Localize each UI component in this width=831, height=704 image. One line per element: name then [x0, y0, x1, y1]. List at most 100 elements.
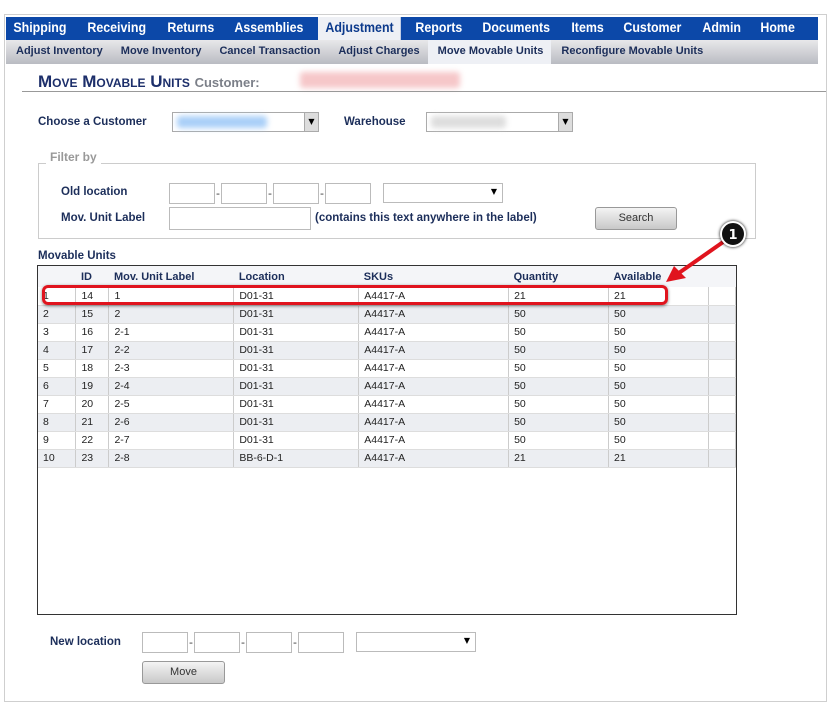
page-title: Move Movable Units Customer: [38, 72, 260, 92]
new-location-part-4[interactable] [298, 632, 344, 653]
table-cell: 50 [508, 359, 610, 378]
old-location-label: Old location [61, 186, 128, 198]
table-cell: D01-31 [233, 359, 360, 378]
table-row[interactable]: 4 17 2-2 D01-31 A4417-A 50 50 [38, 341, 737, 360]
subnav-reconfigure-movable-units[interactable]: Reconfigure Movable Units [551, 40, 711, 64]
table-cell-empty [708, 413, 737, 432]
table-cell: 21 [75, 413, 110, 432]
column-header[interactable] [38, 266, 76, 287]
subnav-move-movable-units[interactable]: Move Movable Units [427, 40, 552, 64]
new-location-select[interactable]: ▼ [356, 632, 476, 652]
table-row[interactable]: 8 21 2-6 D01-31 A4417-A 50 50 [38, 413, 737, 432]
table-cell: 50 [608, 377, 709, 396]
table-row[interactable]: 5 18 2-3 D01-31 A4417-A 50 50 [38, 359, 737, 378]
customer-select[interactable]: ▼ [172, 112, 319, 132]
table-cell: 5 [38, 359, 77, 378]
table-cell-empty [708, 449, 737, 468]
customer-name-redacted [300, 72, 460, 88]
chevron-down-icon: ▼ [304, 113, 318, 131]
table-cell: D01-31 [233, 323, 360, 342]
table-cell: 50 [608, 323, 709, 342]
old-location-part-4[interactable] [325, 183, 371, 204]
new-location-part-3[interactable] [246, 632, 292, 653]
table-cell: 9 [38, 431, 77, 450]
new-location-part-1[interactable] [142, 632, 188, 653]
table-cell: A4417-A [358, 323, 510, 342]
new-location-label: New location [50, 636, 121, 648]
column-header[interactable]: ID [75, 266, 109, 287]
old-location-part-1[interactable] [169, 183, 215, 204]
table-row[interactable]: 2 15 2 D01-31 A4417-A 50 50 [38, 305, 737, 324]
old-location-part-2[interactable] [221, 183, 267, 204]
contains-hint: (contains this text anywhere in the labe… [315, 212, 537, 224]
nav-items[interactable]: Items [564, 17, 611, 40]
caret-down-icon: ▼ [490, 187, 497, 196]
search-button[interactable]: Search [595, 207, 677, 230]
caret-down-icon: ▼ [463, 636, 470, 645]
table-row[interactable]: 3 16 2-1 D01-31 A4417-A 50 50 [38, 323, 737, 342]
nav-admin[interactable]: Admin [695, 17, 748, 40]
table-cell: D01-31 [233, 341, 360, 360]
table-cell: D01-31 [233, 377, 360, 396]
table-cell: A4417-A [358, 431, 510, 450]
column-header[interactable]: Mov. Unit Label [108, 266, 234, 287]
nav-returns[interactable]: Returns [160, 17, 222, 40]
subnav-adjust-inventory[interactable]: Adjust Inventory [6, 40, 111, 64]
table-cell: 50 [508, 323, 610, 342]
table-cell: 50 [608, 341, 709, 360]
new-location-part-2[interactable] [194, 632, 240, 653]
table-cell: 19 [75, 377, 110, 396]
subnav-adjust-charges[interactable]: Adjust Charges [328, 40, 427, 64]
table-cell: A4417-A [358, 377, 510, 396]
nav-customer[interactable]: Customer [616, 17, 689, 40]
mov-unit-label-input[interactable] [169, 207, 311, 230]
table-cell: 17 [75, 341, 110, 360]
column-header[interactable]: Quantity [508, 266, 609, 287]
table-cell: D01-31 [233, 305, 360, 324]
column-header[interactable]: Location [233, 266, 359, 287]
subnav-cancel-transaction[interactable]: Cancel Transaction [209, 40, 328, 64]
table-row[interactable]: 9 22 2-7 D01-31 A4417-A 50 50 [38, 431, 737, 450]
nav-receiving[interactable]: Receiving [80, 17, 153, 40]
movable-units-grid: ID Mov. Unit Label Location SKUs Quantity Ava… [37, 265, 737, 615]
table-cell: 50 [608, 431, 709, 450]
nav-documents[interactable]: Documents [475, 17, 557, 40]
customer-label: Customer: [194, 75, 260, 90]
nav-home[interactable]: Home [753, 17, 802, 40]
table-cell: 21 [608, 449, 709, 468]
table-cell: 21 [508, 449, 610, 468]
table-row[interactable]: 10 23 2-8 BB-6-D-1 A4417-A 21 21 [38, 449, 737, 468]
divider [22, 91, 826, 92]
table-cell: BB-6-D-1 [233, 449, 360, 468]
table-row[interactable]: 7 20 2-5 D01-31 A4417-A 50 50 [38, 395, 737, 414]
table-cell: 50 [608, 413, 709, 432]
subnav-move-inventory[interactable]: Move Inventory [111, 40, 210, 64]
table-cell: 50 [508, 377, 610, 396]
nav-reports[interactable]: Reports [408, 17, 470, 40]
table-cell: 2-7 [108, 431, 235, 450]
old-location-part-3[interactable] [273, 183, 319, 204]
table-cell: 20 [75, 395, 110, 414]
movable-units-title: Movable Units [38, 250, 116, 262]
nav-adjustment[interactable]: Adjustment [317, 17, 401, 40]
warehouse-select[interactable]: ▼ [426, 112, 573, 132]
move-button[interactable]: Move [142, 661, 225, 684]
nav-assemblies[interactable]: Assemblies [227, 17, 311, 40]
table-cell: 2 [38, 305, 77, 324]
table-cell-empty [708, 341, 737, 360]
table-cell-empty [708, 377, 737, 396]
old-location-select[interactable]: ▼ [383, 183, 503, 203]
table-cell: A4417-A [358, 341, 510, 360]
table-cell: 50 [508, 305, 610, 324]
filter-legend: Filter by [46, 150, 101, 164]
table-cell: 4 [38, 341, 77, 360]
nav-shipping[interactable]: Shipping [6, 17, 74, 40]
table-cell: 16 [75, 323, 110, 342]
table-cell: A4417-A [358, 449, 510, 468]
table-cell: 6 [38, 377, 77, 396]
table-cell-empty [708, 359, 737, 378]
column-header[interactable]: SKUs [358, 266, 509, 287]
table-cell: 2-8 [108, 449, 235, 468]
table-row[interactable]: 6 19 2-4 D01-31 A4417-A 50 50 [38, 377, 737, 396]
table-cell: 10 [38, 449, 77, 468]
